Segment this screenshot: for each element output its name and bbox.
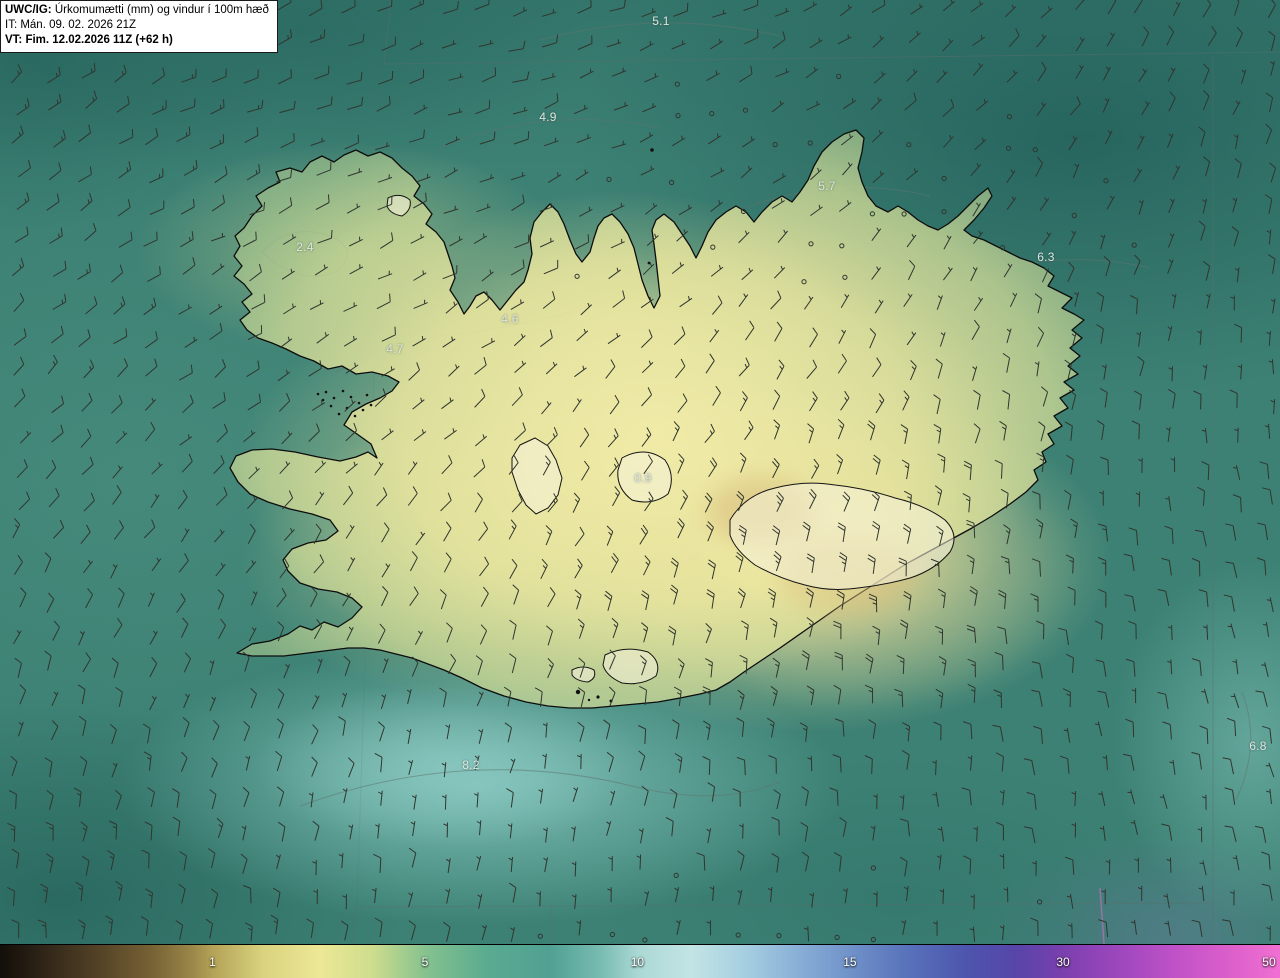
vestmannaeyjar-island xyxy=(596,695,600,699)
colorbar: 1 5 10 15 30 50 xyxy=(0,944,1280,978)
title-box: UWC/IG: Úrkomumætti (mm) og vindur í 100… xyxy=(0,0,278,53)
model-name: UWC/IG: xyxy=(5,4,52,16)
map-area: 5.1 4.9 5.7 6.3 2.4 4.6 4.7 0.9 8.2 6.8 UWC/IG: Ú… xyxy=(0,0,1280,945)
map-title: Úrkomumætti (mm) og vindur í 100m hæð xyxy=(51,4,269,16)
colorbar-tick-label: 30 xyxy=(1056,954,1070,969)
colorbar-tick-label: 10 xyxy=(630,954,645,969)
map-title-line: UWC/IG: Úrkomumætti (mm) og vindur í 100… xyxy=(5,3,269,18)
valid-time: VT: Fim. 12.02.2026 11Z (+62 h) xyxy=(5,34,173,47)
vestmannaeyjar-island xyxy=(575,689,581,695)
colorbar-tick-label: 1 xyxy=(209,954,216,969)
map-canvas xyxy=(7,0,1280,945)
hofsjokull-outline xyxy=(617,451,672,503)
init-time: IT: Mán. 09. 02. 2026 21Z xyxy=(5,19,137,32)
iceland-coastline xyxy=(229,129,1085,709)
colorbar-tick-label: 15 xyxy=(843,954,857,969)
weather-map: 5.1 4.9 5.7 6.3 2.4 4.6 4.7 0.9 8.2 6.8 UWC/IG: Ú… xyxy=(0,0,1280,978)
vestmannaeyjar-island xyxy=(587,698,591,702)
colorbar-tick-label: 5 xyxy=(421,954,429,969)
colorbar-tick-label: 50 xyxy=(1262,954,1276,969)
front-line xyxy=(1099,887,1105,945)
grimsey-island xyxy=(650,148,654,152)
